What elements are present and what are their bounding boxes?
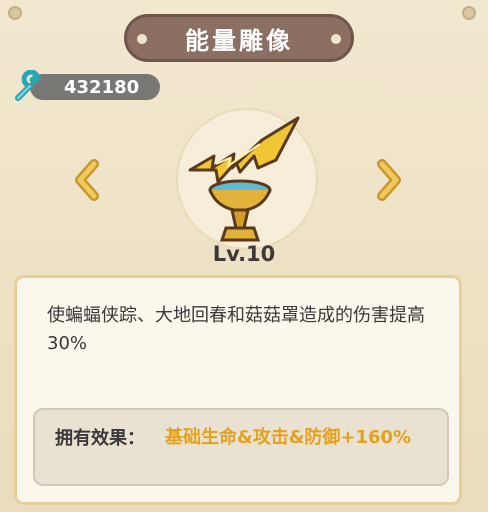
statue-window: 能量雕像 432180 Lv.10 使蝙蝠侠踪、大地回春和菇菇罩造成的伤害提高3… [0,0,488,512]
corner-ornament-left [8,6,22,20]
resource-value: 432180 [64,77,140,98]
owned-effect-label: 拥有效果： [55,428,145,449]
owned-effect-box: 拥有效果： 基础生命&攻击&防御+160% [33,408,449,486]
statue-level: Lv.10 [212,242,276,266]
effect-description: 使蝙蝠侠踪、大地回春和菇菇罩造成的伤害提高30% [47,305,425,354]
resource-counter: 432180 [12,70,160,102]
chevron-right-icon[interactable] [372,158,406,202]
corner-ornament-right [462,6,476,20]
info-panel: 使蝙蝠侠踪、大地回春和菇菇罩造成的伤害提高30% 拥有效果： 基础生命&攻击&防… [14,275,462,505]
page-title: 能量雕像 [185,26,293,55]
chevron-left-icon[interactable] [70,158,104,202]
owned-effect-value: 基础生命&攻击&防御+160% [165,427,412,448]
lightning-statue-icon[interactable] [176,110,316,250]
wrench-icon [15,70,41,101]
title-plate: 能量雕像 [124,14,354,62]
